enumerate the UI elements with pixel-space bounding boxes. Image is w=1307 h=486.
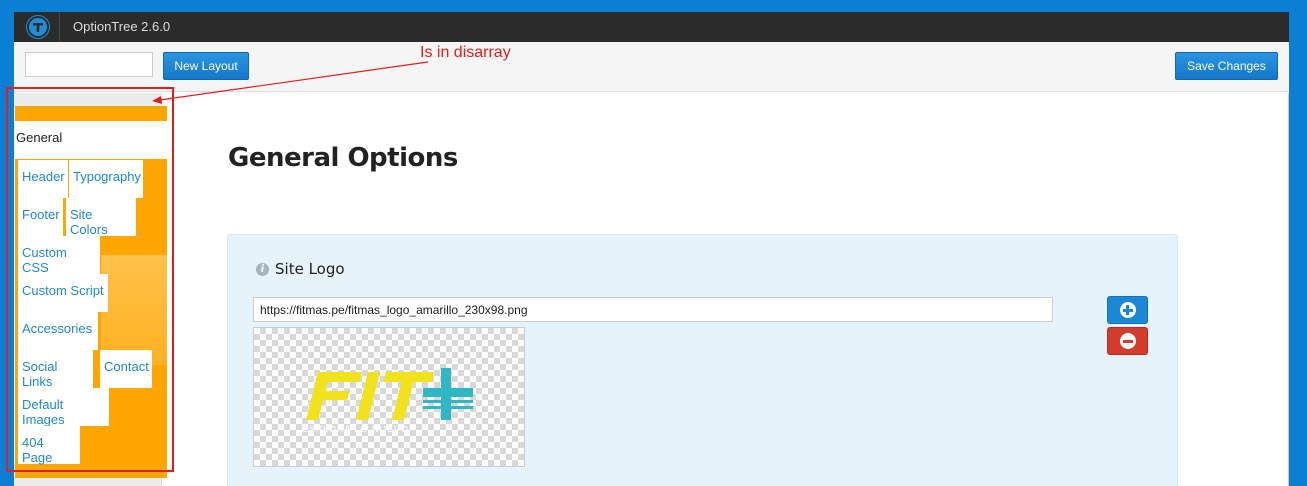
site-logo-url-input[interactable] [253, 297, 1053, 322]
toolbar: New Layout Save Changes [14, 42, 1289, 92]
layout-name-input[interactable] [25, 52, 153, 77]
save-changes-button[interactable]: Save Changes [1175, 52, 1278, 80]
info-icon[interactable]: i [256, 263, 269, 276]
optiontree-window: OptionTree 2.6.0 New Layout Save Changes… [14, 12, 1289, 486]
top-bar: OptionTree 2.6.0 [14, 12, 1289, 42]
annotation-text: Is in disarray [420, 44, 511, 61]
divider [59, 12, 60, 42]
add-media-button[interactable] [1107, 296, 1148, 324]
optiontree-logo-icon [27, 16, 49, 38]
annotation-highlight-box [6, 87, 174, 472]
page-title: General Options [228, 143, 458, 173]
minus-circle-icon [1119, 333, 1136, 349]
fit-logo-image [306, 368, 473, 420]
logo-tagline: EXPLORA LO NUEVO [302, 424, 410, 434]
scrollbar-edge [1288, 93, 1289, 486]
main-content: General Options i Site Logo https://fitm… [163, 93, 1289, 486]
logo-preview-image: EXPLORA LO NUEVO [253, 327, 525, 467]
new-layout-button[interactable]: New Layout [163, 52, 249, 80]
app-title: OptionTree 2.6.0 [73, 19, 171, 34]
site-logo-panel: i Site Logo https://fitmas.pe/fitmas_log… [227, 234, 1178, 486]
plus-circle-icon [1119, 302, 1136, 318]
remove-media-button[interactable] [1107, 327, 1148, 355]
site-logo-label: Site Logo [275, 260, 345, 278]
